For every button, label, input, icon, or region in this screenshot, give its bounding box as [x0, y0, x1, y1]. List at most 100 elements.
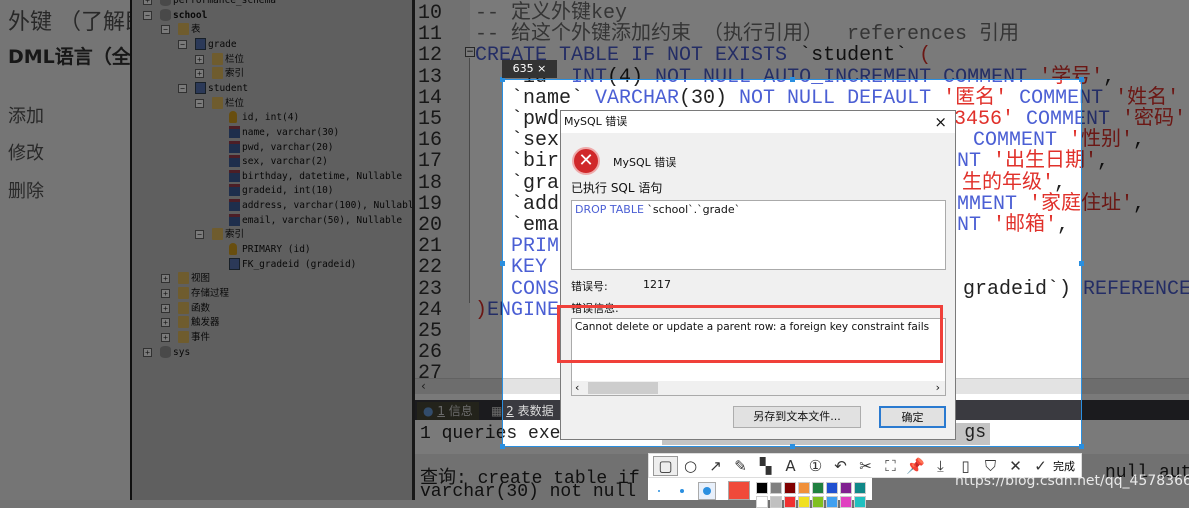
color-swatch[interactable]: [784, 482, 796, 494]
tree-node[interactable]: + 存储过程: [132, 286, 412, 301]
save-to-text-file-button[interactable]: 另存到文本文件...: [733, 406, 861, 428]
expand-icon[interactable]: +: [195, 54, 204, 64]
tree-node[interactable]: + 栏位: [132, 52, 412, 67]
tree-node[interactable]: pwd, varchar(20): [132, 140, 412, 155]
color-swatch[interactable]: [854, 496, 866, 508]
tree-node[interactable]: + 函数: [132, 301, 412, 316]
tree-node[interactable]: + 索引: [132, 66, 412, 81]
brush-size-large[interactable]: [698, 482, 716, 500]
tree-node[interactable]: + 事件: [132, 330, 412, 345]
folder-icon: [178, 301, 189, 314]
object-browser-tree[interactable]: + performance_schema − school − 表 − grade + 栏位 + 索引…: [130, 0, 415, 500]
done-button[interactable]: 完成: [1053, 458, 1075, 474]
code-token: NOT NULL AUTO_INCREMENT COMMENT: [655, 65, 1040, 89]
color-swatch[interactable]: [784, 496, 796, 508]
tab-info[interactable]: ● 1 信息: [417, 402, 479, 420]
tree-node[interactable]: name, varchar(30): [132, 125, 412, 140]
tree-node[interactable]: − 表: [132, 22, 412, 37]
color-swatch[interactable]: [798, 496, 810, 508]
color-swatch[interactable]: [840, 482, 852, 494]
expand-icon[interactable]: +: [161, 332, 170, 342]
brush-size-small[interactable]: [658, 490, 660, 492]
tab-table-data[interactable]: ▦ 2 表数据: [485, 402, 560, 420]
tree-node-label: 视图: [191, 273, 211, 285]
tree-node[interactable]: address, varchar(100), Nullable: [132, 198, 412, 213]
tree-node[interactable]: + 触发器: [132, 315, 412, 330]
tree-node[interactable]: email, varchar(50), Nullable: [132, 213, 412, 228]
bookmark-icon[interactable]: ⛉: [978, 457, 1003, 475]
expand-icon[interactable]: +: [161, 289, 170, 298]
code-line: MMENT '家庭住址',: [957, 194, 1145, 215]
tree-node[interactable]: − grade: [132, 37, 412, 52]
undo-icon[interactable]: ↶: [828, 457, 853, 475]
text-icon[interactable]: A: [778, 457, 803, 475]
collapse-icon[interactable]: −: [143, 10, 152, 20]
ellipse-icon[interactable]: ○: [678, 457, 703, 475]
tree-node[interactable]: id, int(4): [132, 110, 412, 125]
color-swatch[interactable]: [826, 496, 838, 508]
table-icon: [195, 37, 206, 50]
color-swatch[interactable]: [840, 496, 852, 508]
red-annotation-rectangle[interactable]: [557, 305, 943, 363]
cut-icon[interactable]: ✂: [853, 457, 878, 475]
collapse-icon[interactable]: −: [161, 25, 170, 35]
collapse-icon[interactable]: −: [195, 98, 204, 108]
check-icon[interactable]: ✓: [1028, 457, 1053, 475]
phone-icon[interactable]: ▯: [953, 457, 978, 475]
errmsg-scrollbar[interactable]: ‹ ›: [572, 381, 945, 395]
close-icon[interactable]: ✕: [1003, 457, 1028, 475]
key-icon: [229, 243, 237, 256]
color-swatch[interactable]: [770, 496, 782, 508]
expand-icon[interactable]: +: [195, 69, 204, 79]
tree-node[interactable]: PRIMARY (id): [132, 242, 412, 257]
tree-node[interactable]: − 栏位: [132, 96, 412, 111]
expand-icon[interactable]: +: [161, 318, 170, 328]
color-swatch[interactable]: [756, 482, 768, 494]
color-swatch[interactable]: [798, 482, 810, 494]
arrow-icon[interactable]: ↗: [703, 457, 728, 475]
expand-icon[interactable]: +: [143, 0, 152, 5]
errno-label: 错误号:: [571, 280, 608, 293]
tree-node[interactable]: FK_gradeid (gradeid): [132, 257, 412, 272]
ok-button[interactable]: 确定: [879, 406, 946, 428]
expand-icon[interactable]: +: [161, 274, 170, 284]
selected-color-swatch[interactable]: [728, 481, 750, 500]
pin-icon[interactable]: 📌: [903, 457, 928, 475]
color-swatch[interactable]: [812, 482, 824, 494]
color-swatch[interactable]: [854, 482, 866, 494]
tree-node[interactable]: − school: [132, 8, 412, 23]
number-icon[interactable]: ①: [803, 457, 828, 475]
code-line: NT '出生日期',: [957, 151, 1109, 172]
collapse-icon[interactable]: −: [178, 39, 187, 49]
fold-toggle[interactable]: −: [465, 47, 475, 57]
tree-node[interactable]: + 视图: [132, 271, 412, 286]
code-line: PRIM: [511, 236, 559, 257]
tree-node[interactable]: − student: [132, 81, 412, 96]
rectangle-icon[interactable]: ▢: [653, 455, 678, 476]
close-icon[interactable]: ×: [934, 111, 947, 133]
tree-node[interactable]: sex, varchar(2): [132, 154, 412, 169]
tree-node[interactable]: + sys: [132, 345, 412, 360]
mosaic-icon[interactable]: ▚: [753, 457, 778, 475]
color-swatch[interactable]: [770, 482, 782, 494]
tree-node[interactable]: − 索引: [132, 227, 412, 242]
folder-icon: [178, 316, 189, 329]
tree-node[interactable]: gradeid, int(10): [132, 183, 412, 198]
brush-size-medium[interactable]: [680, 489, 684, 493]
database-icon: [160, 8, 171, 21]
pencil-icon[interactable]: ✎: [728, 457, 753, 475]
expand-icon[interactable]: +: [161, 303, 170, 313]
download-icon[interactable]: ⤓: [928, 457, 953, 475]
tree-node-label: id, int(4): [242, 112, 300, 124]
collapse-icon[interactable]: −: [195, 230, 204, 240]
color-palette: [648, 478, 872, 508]
tree-node[interactable]: birthday, datetime, Nullable: [132, 169, 412, 184]
sql-textbox[interactable]: DROP TABLE `school`.`grade`: [571, 200, 946, 270]
collapse-icon[interactable]: −: [178, 83, 187, 93]
color-swatch[interactable]: [756, 496, 768, 508]
crop-icon[interactable]: ⛶: [878, 457, 903, 475]
color-swatch[interactable]: [812, 496, 824, 508]
capture-size-label: 635 × 403: [502, 60, 557, 93]
color-swatch[interactable]: [826, 482, 838, 494]
expand-icon[interactable]: +: [143, 347, 152, 357]
